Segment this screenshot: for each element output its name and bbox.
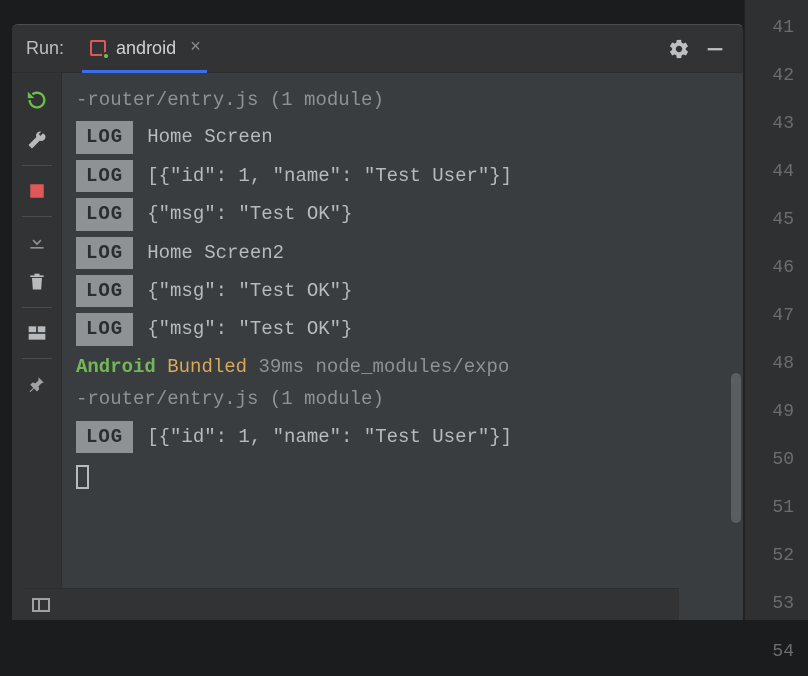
bundle-line: Android Bundled 39ms node_modules/expo [76, 352, 731, 382]
run-side-toolbar [12, 73, 62, 620]
log-line: LOG [{"id": 1, "name": "Test User"}] [76, 421, 731, 453]
line-number: 44 [745, 148, 808, 196]
line-number: 41 [745, 4, 808, 52]
gear-icon [668, 38, 690, 60]
status-bar [24, 588, 679, 620]
line-number: 53 [745, 580, 808, 628]
close-tab-icon[interactable]: × [190, 38, 201, 58]
settings-button[interactable] [661, 31, 697, 67]
log-line: LOG {"msg": "Test OK"} [76, 275, 731, 307]
edit-config-button[interactable] [18, 121, 56, 159]
editor-gutter: 41 42 43 44 45 46 47 48 49 50 51 52 53 5… [744, 0, 808, 620]
layout-button[interactable] [18, 314, 56, 352]
line-number: 48 [745, 340, 808, 388]
wrench-icon [27, 130, 47, 150]
log-line: LOG [{"id": 1, "name": "Test User"}] [76, 160, 731, 192]
log-message: Home Screen [147, 122, 272, 152]
line-number: 54 [745, 628, 808, 676]
line-number: 47 [745, 292, 808, 340]
log-line: LOG {"msg": "Test OK"} [76, 313, 731, 345]
log-message: {"msg": "Test OK"} [147, 276, 352, 306]
log-badge: LOG [76, 313, 133, 345]
run-title: Run: [26, 38, 64, 59]
console-output[interactable]: -router/entry.js (1 module) LOG Home Scr… [62, 73, 743, 620]
log-message: {"msg": "Test OK"} [147, 314, 352, 344]
console-text: -router/entry.js (1 module) [76, 85, 731, 115]
minimize-icon [704, 38, 726, 60]
stop-button[interactable] [18, 172, 56, 210]
run-config-label: android [116, 38, 176, 59]
line-number: 52 [745, 532, 808, 580]
log-badge: LOG [76, 275, 133, 307]
log-badge: LOG [76, 237, 133, 269]
run-header: Run: android × [12, 25, 743, 73]
bundle-platform: Android [76, 356, 156, 378]
run-config-tab[interactable]: android × [82, 26, 207, 73]
log-message: [{"id": 1, "name": "Test User"}] [147, 161, 512, 191]
toolbar-separator [22, 216, 52, 217]
panel-toggle-icon[interactable] [32, 598, 50, 612]
toolbar-separator [22, 165, 52, 166]
download-icon [27, 232, 47, 252]
line-number: 45 [745, 196, 808, 244]
square-run-icon [88, 38, 108, 58]
rerun-button[interactable] [18, 81, 56, 119]
pin-icon [28, 375, 46, 393]
log-line: LOG Home Screen [76, 121, 731, 153]
toolbar-separator [22, 358, 52, 359]
trash-icon [27, 272, 47, 292]
line-number: 43 [745, 100, 808, 148]
rerun-icon [26, 89, 48, 111]
log-message: {"msg": "Test OK"} [147, 199, 352, 229]
line-number: 42 [745, 52, 808, 100]
log-badge: LOG [76, 160, 133, 192]
line-number: 50 [745, 436, 808, 484]
log-line: LOG Home Screen2 [76, 237, 731, 269]
log-badge: LOG [76, 121, 133, 153]
log-line: LOG {"msg": "Test OK"} [76, 198, 731, 230]
run-tool-window: Run: android × [12, 24, 744, 620]
log-badge: LOG [76, 198, 133, 230]
bundle-word: Bundled [167, 356, 247, 378]
run-body: -router/entry.js (1 module) LOG Home Scr… [12, 73, 743, 620]
layout-icon [27, 323, 47, 343]
text-cursor [76, 465, 89, 489]
log-message: [{"id": 1, "name": "Test User"}] [147, 422, 512, 452]
console-scrollbar[interactable] [731, 373, 741, 523]
line-number: 49 [745, 388, 808, 436]
line-number: 51 [745, 484, 808, 532]
toolbar-separator [22, 307, 52, 308]
delete-button[interactable] [18, 263, 56, 301]
line-number: 46 [745, 244, 808, 292]
pin-button[interactable] [18, 365, 56, 403]
bundle-rest: 39ms node_modules/expo [258, 356, 509, 378]
log-badge: LOG [76, 421, 133, 453]
console-text: -router/entry.js (1 module) [76, 384, 731, 414]
stop-icon [28, 182, 46, 200]
minimize-button[interactable] [697, 31, 733, 67]
export-button[interactable] [18, 223, 56, 261]
log-message: Home Screen2 [147, 238, 284, 268]
